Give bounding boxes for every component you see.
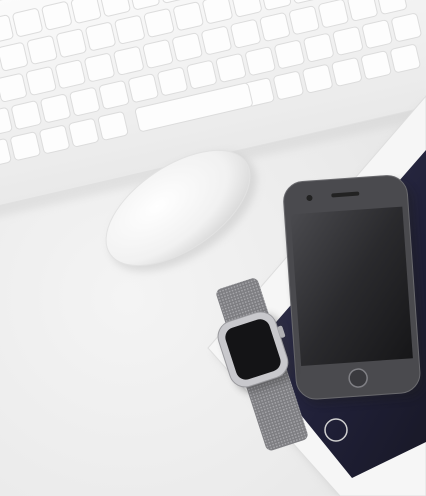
desk-scene (0, 0, 426, 496)
keyboard-key (391, 13, 422, 42)
keyboard-key (289, 5, 320, 35)
keyboard-key (68, 118, 99, 147)
keyboard-key (273, 71, 304, 100)
keyboard-key (361, 50, 392, 80)
keyboard-key (303, 33, 334, 62)
keyboard-key (56, 28, 87, 58)
keyboard-key (0, 42, 28, 71)
keyboard-key (215, 53, 247, 83)
keyboard-key (331, 57, 362, 87)
keyboard-key (40, 94, 71, 123)
keyboard-key (172, 32, 203, 62)
keyboard-key (113, 46, 144, 76)
keyboard-key (11, 100, 42, 130)
keyboard-key (390, 44, 421, 73)
keyboard-key (201, 26, 232, 55)
desk-photo (0, 0, 426, 496)
keyboard-key (10, 131, 41, 161)
keyboard-key (97, 111, 129, 141)
keyboard-key (143, 8, 175, 38)
keyboard-key (186, 60, 217, 89)
keyboard-key (259, 12, 290, 42)
keyboard-key (245, 46, 276, 76)
keyboard-key (274, 40, 305, 69)
phone-home-button-icon (348, 368, 368, 388)
keyboard-key (41, 1, 72, 31)
keyboard-key (114, 15, 145, 45)
keyboard-key (85, 22, 116, 51)
keyboard-key (128, 73, 159, 103)
keyboard-key (55, 59, 86, 89)
keyboard-key (12, 8, 43, 37)
keyboard-key (142, 39, 174, 69)
keyboard-key (69, 87, 100, 116)
keyboard-key (98, 80, 130, 110)
keyboard-key (84, 53, 115, 82)
keyboard-key (27, 35, 58, 65)
keyboard-key (332, 26, 363, 56)
keyboard-key (157, 67, 188, 96)
keyboard-key (302, 64, 333, 94)
keyboard-key (25, 66, 57, 96)
phone (283, 175, 426, 405)
keyboard-key (362, 19, 393, 49)
keyboard-key (230, 19, 261, 49)
keyboard-key (173, 1, 204, 31)
keyboard-key (39, 125, 70, 154)
